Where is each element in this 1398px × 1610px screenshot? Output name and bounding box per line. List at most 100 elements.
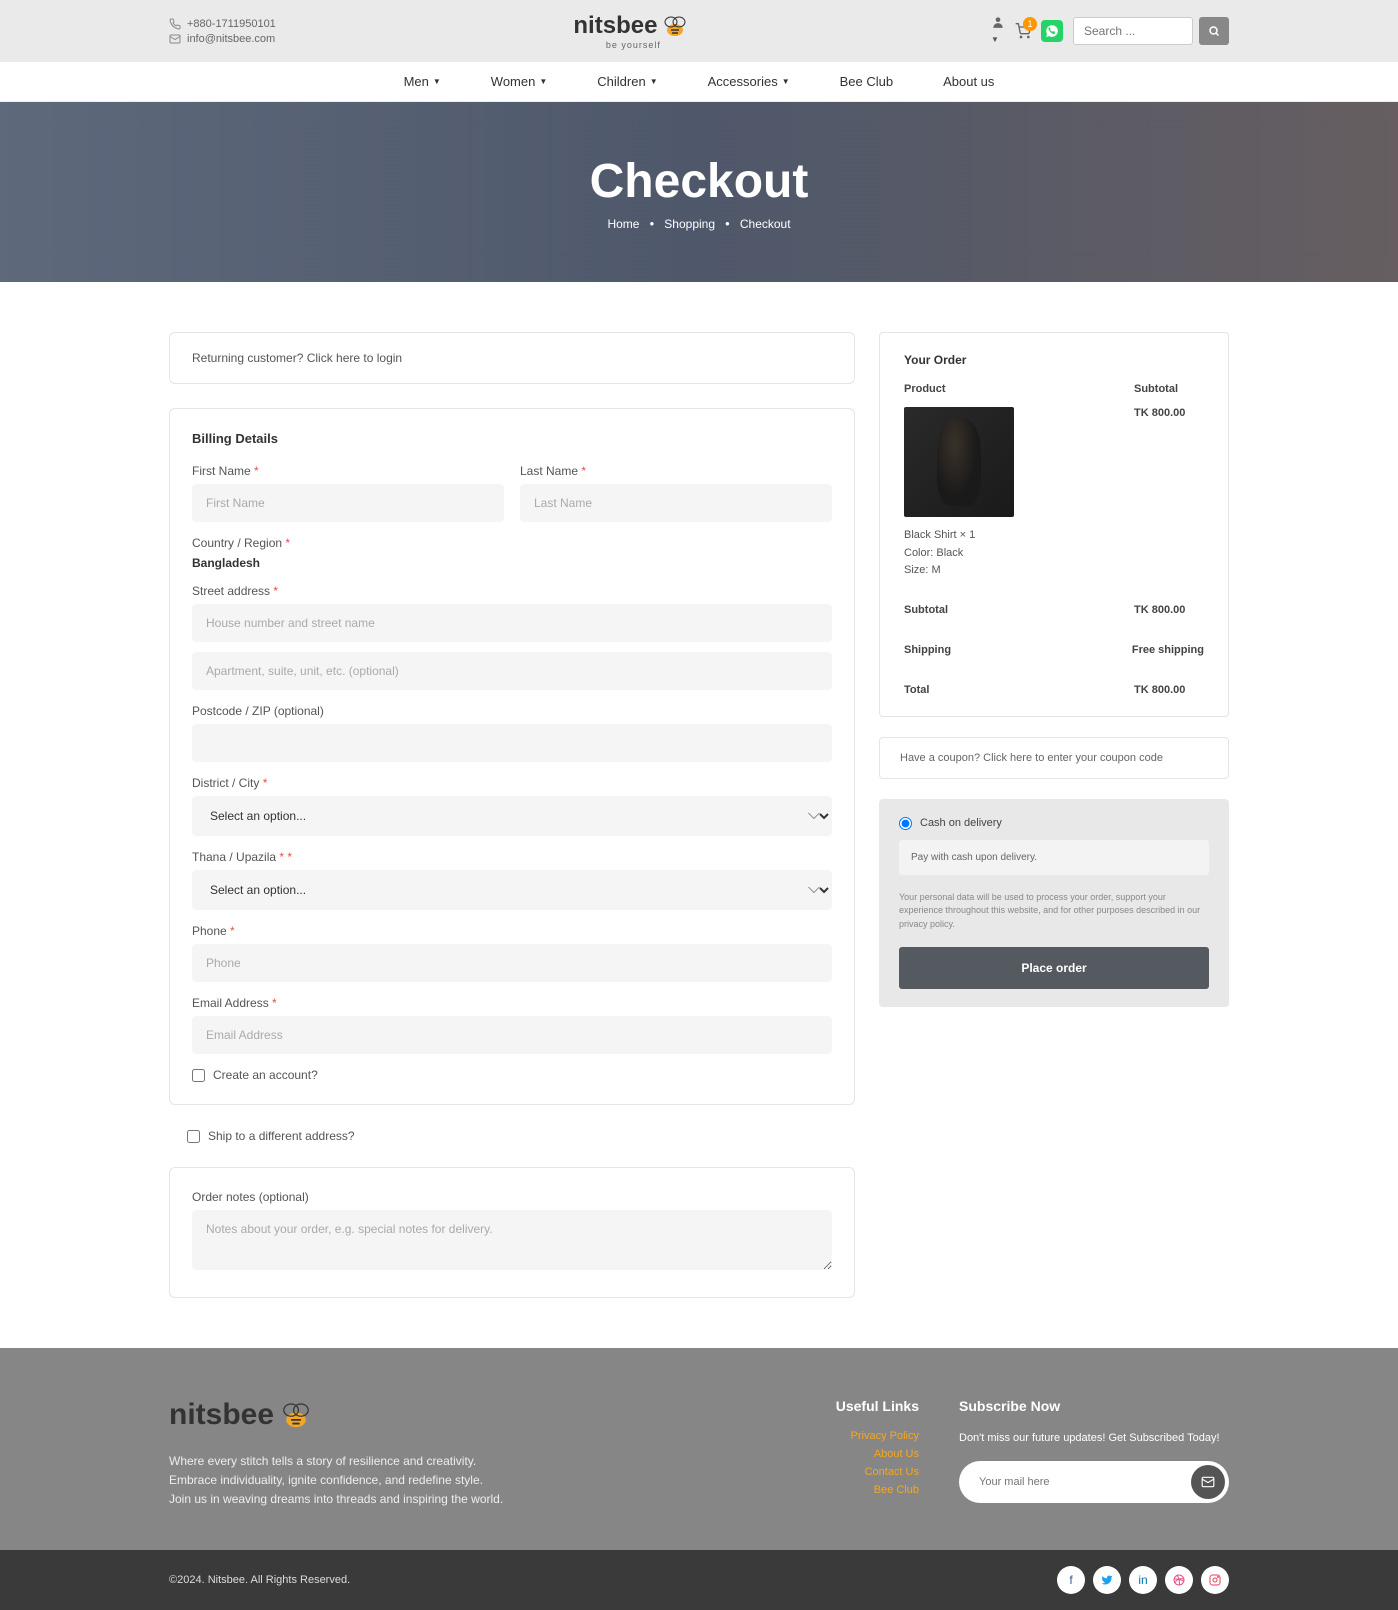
billing-details: Billing Details First Name * Last Name *… [169, 408, 855, 1105]
dribbble-icon [1173, 1574, 1185, 1586]
checkout-main: Returning customer? Click here to login … [149, 332, 1249, 1298]
order-notes-box: Order notes (optional) [169, 1167, 855, 1298]
mail-icon [169, 33, 181, 45]
phone-icon [169, 18, 181, 30]
contact-info: +880-1711950101 info@nitsbee.com [169, 15, 276, 48]
instagram-link[interactable] [1201, 1566, 1229, 1594]
bee-icon [274, 1400, 318, 1430]
crumb-checkout: Checkout [740, 217, 791, 231]
subscribe-form [959, 1461, 1229, 1503]
subtotal-value: TK 800.00 [1134, 604, 1204, 616]
nav-women[interactable]: Women▼ [491, 74, 547, 89]
subtotal-label: Subtotal [904, 604, 948, 616]
order-notes-input[interactable] [192, 1210, 832, 1270]
billing-title: Billing Details [192, 431, 832, 446]
place-order-button[interactable]: Place order [899, 947, 1209, 989]
coupon-toggle[interactable]: Have a coupon? Click here to enter your … [879, 737, 1229, 779]
crumb-shopping[interactable]: Shopping [664, 217, 715, 231]
payment-cod: Cash on delivery [899, 817, 1209, 830]
footer-description: Where every stitch tells a story of resi… [169, 1452, 759, 1510]
total-value: TK 800.00 [1134, 684, 1204, 696]
street2-input[interactable] [192, 652, 832, 690]
head-subtotal: Subtotal [1134, 383, 1204, 395]
field-thana: Thana / Upazila * * Select an option... [192, 850, 832, 910]
shipping-label: Shipping [904, 644, 951, 656]
search-button[interactable] [1199, 17, 1229, 45]
subscribe-title: Subscribe Now [959, 1398, 1229, 1414]
ship-different-checkbox[interactable] [187, 1130, 200, 1143]
footer-bottom: ©2024. Nitsbee. All Rights Reserved. f i… [0, 1550, 1398, 1610]
dribbble-link[interactable] [1165, 1566, 1193, 1594]
field-email: Email Address * [192, 996, 832, 1054]
linkedin-link[interactable]: in [1129, 1566, 1157, 1594]
payment-box: Cash on delivery Pay with cash upon deli… [879, 799, 1229, 1008]
hero-banner: Checkout Home ● Shopping ● Checkout [0, 102, 1398, 282]
district-select[interactable]: Select an option... [192, 796, 832, 836]
email-row: info@nitsbee.com [169, 33, 276, 45]
order-item: Black Shirt × 1 Color: Black Size: M TK … [904, 407, 1204, 580]
checkout-right: Your Order Product Subtotal Black Shirt … [879, 332, 1229, 1298]
create-account-row: Create an account? [192, 1068, 832, 1082]
chevron-down-icon: ▼ [650, 77, 658, 86]
item-price: TK 800.00 [1134, 407, 1204, 580]
footer-links: Useful Links Privacy Policy About Us Con… [799, 1398, 919, 1510]
chevron-down-icon: ▼ [433, 77, 441, 86]
field-postcode: Postcode / ZIP (optional) [192, 704, 832, 762]
top-right: ▼ 1 [991, 15, 1229, 47]
create-account-checkbox[interactable] [192, 1069, 205, 1082]
phone-input[interactable] [192, 944, 832, 982]
bee-icon [657, 14, 693, 38]
nav-children[interactable]: Children▼ [597, 74, 657, 89]
nav-about[interactable]: About us [943, 74, 994, 89]
product-name: Black Shirt × 1 [904, 527, 1120, 545]
twitter-link[interactable] [1093, 1566, 1121, 1594]
link-about[interactable]: About Us [799, 1448, 919, 1460]
subscribe-input[interactable] [963, 1466, 1191, 1498]
send-icon [1201, 1475, 1215, 1489]
phone-row: +880-1711950101 [169, 18, 276, 30]
dot-icon: ● [649, 219, 654, 228]
search-icon [1208, 25, 1220, 37]
social-links: f in [1057, 1566, 1229, 1594]
returning-customer[interactable]: Returning customer? Click here to login [169, 332, 855, 384]
footer-logo: nitsbee [169, 1398, 318, 1432]
crumb-home[interactable]: Home [607, 217, 639, 231]
whatsapp-button[interactable] [1041, 20, 1063, 42]
ship-different-row: Ship to a different address? [169, 1125, 855, 1147]
cart-button[interactable]: 1 [1015, 23, 1031, 39]
nav-men[interactable]: Men▼ [404, 74, 441, 89]
thana-select[interactable]: Select an option... [192, 870, 832, 910]
breadcrumb: Home ● Shopping ● Checkout [607, 217, 790, 231]
link-privacy[interactable]: Privacy Policy [799, 1430, 919, 1442]
link-contact[interactable]: Contact Us [799, 1466, 919, 1478]
checkout-left: Returning customer? Click here to login … [169, 332, 855, 1298]
logo[interactable]: nitsbee be yourself [573, 12, 693, 50]
phone-text: +880-1711950101 [187, 18, 276, 30]
cart-badge: 1 [1023, 17, 1037, 31]
product-image [904, 407, 1014, 517]
last-name-input[interactable] [520, 484, 832, 522]
search-input[interactable] [1073, 17, 1193, 45]
cod-radio[interactable] [899, 817, 912, 830]
footer-subscribe: Subscribe Now Don't miss our future upda… [959, 1398, 1229, 1510]
field-country: Country / Region * Bangladesh [192, 536, 832, 570]
total-label: Total [904, 684, 929, 696]
email-input[interactable] [192, 1016, 832, 1054]
subscribe-button[interactable] [1191, 1465, 1225, 1499]
head-product: Product [904, 383, 946, 395]
nav-beeclub[interactable]: Bee Club [840, 74, 893, 89]
user-menu[interactable]: ▼ [991, 15, 1005, 47]
topbar: +880-1711950101 info@nitsbee.com nitsbee… [0, 0, 1398, 62]
page-title: Checkout [590, 154, 809, 209]
first-name-input[interactable] [192, 484, 504, 522]
chevron-down-icon: ▼ [782, 77, 790, 86]
street1-input[interactable] [192, 604, 832, 642]
nav-accessories[interactable]: Accessories▼ [708, 74, 790, 89]
field-district: District / City * Select an option... [192, 776, 832, 836]
postcode-input[interactable] [192, 724, 832, 762]
email-text: info@nitsbee.com [187, 33, 275, 45]
link-beeclub[interactable]: Bee Club [799, 1484, 919, 1496]
facebook-link[interactable]: f [1057, 1566, 1085, 1594]
cod-description: Pay with cash upon delivery. [899, 840, 1209, 875]
twitter-icon [1101, 1574, 1113, 1586]
